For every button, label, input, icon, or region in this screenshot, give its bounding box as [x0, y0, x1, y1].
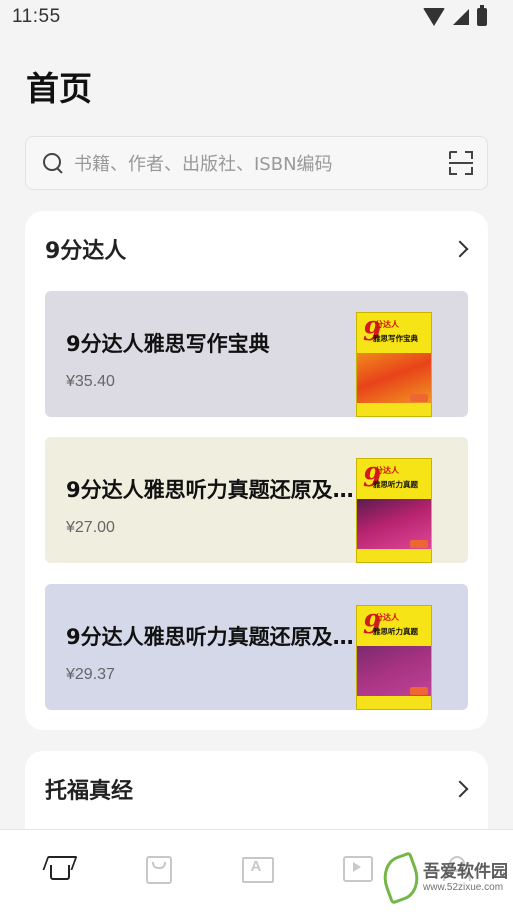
book-icon	[241, 854, 275, 883]
book-item[interactable]: 9分达人雅思听力真题还原及解析6 ¥29.37 9 分达人 雅思听力真题	[45, 584, 468, 710]
wifi-icon	[423, 8, 445, 26]
nav-home[interactable]	[30, 839, 86, 895]
status-icons	[423, 5, 487, 26]
nav-shop[interactable]	[129, 839, 185, 895]
book-item[interactable]: 9分达人雅思写作宝典 ¥35.40 9 分达人 雅思写作宝典	[45, 291, 468, 417]
watermark-logo: 吾爱软件园 www.52zixue.com	[379, 844, 509, 906]
book-item[interactable]: 9分达人雅思听力真题还原及解析2 ¥27.00 9 分达人 雅思听力真题	[45, 437, 468, 563]
search-icon	[42, 152, 64, 174]
scan-icon[interactable]	[449, 151, 473, 175]
section-title: 9分达人	[45, 239, 127, 264]
nav-video[interactable]	[328, 839, 384, 895]
bag-icon	[142, 854, 173, 884]
book-title: 9分达人雅思听力真题还原及解析2	[66, 478, 356, 502]
book-title: 9分达人雅思写作宝典	[66, 332, 270, 356]
video-icon	[341, 854, 373, 882]
book-title: 9分达人雅思听力真题还原及解析6	[66, 625, 356, 649]
section-header[interactable]: 9分达人	[25, 211, 488, 287]
status-bar: 11:55	[0, 0, 513, 34]
signal-icon	[453, 9, 469, 25]
search-bar[interactable]: 书籍、作者、出版社、ISBN编码	[25, 136, 488, 190]
book-price: ¥35.40	[66, 373, 115, 390]
book-cover-image: 9 分达人 雅思听力真题	[356, 605, 432, 710]
book-cover-image: 9 分达人 雅思听力真题	[356, 458, 432, 563]
section-header[interactable]: 托福真经	[25, 751, 488, 827]
battery-icon	[477, 5, 487, 26]
book-cover-image: 9 分达人 雅思写作宝典	[356, 312, 432, 417]
chevron-right-icon[interactable]	[451, 240, 469, 258]
watermark-icon	[379, 852, 419, 898]
watermark-name: 吾爱软件园	[423, 862, 508, 882]
section-title: 托福真经	[45, 779, 134, 804]
chevron-right-icon[interactable]	[451, 780, 469, 798]
watermark-url: www.52zixue.com	[423, 882, 504, 893]
book-price: ¥27.00	[66, 519, 115, 536]
search-input[interactable]: 书籍、作者、出版社、ISBN编码	[74, 150, 449, 176]
nav-reading[interactable]	[228, 839, 284, 895]
section-card-9fen: 9分达人 9分达人雅思写作宝典 ¥35.40 9 分达人 雅思写作宝典 9分达人…	[25, 211, 488, 730]
home-icon	[43, 854, 73, 880]
page-title: 首页	[26, 69, 92, 108]
status-time: 11:55	[12, 6, 61, 27]
book-price: ¥29.37	[66, 666, 115, 683]
